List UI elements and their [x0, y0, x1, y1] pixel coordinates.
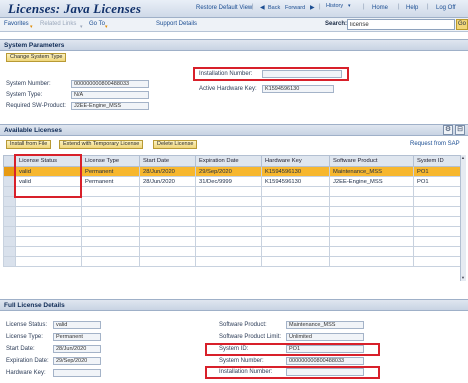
available-licenses-header: Available Licenses: [0, 124, 468, 136]
hardware-key-label: Hardware Key:: [6, 370, 46, 376]
expiration-date-field: 29/Sep/2020: [53, 357, 101, 365]
software-product-limit-field: Unlimited: [286, 333, 364, 341]
license-status-field: valid: [53, 321, 101, 329]
table-row-empty: [3, 206, 462, 217]
app-header: Licenses: Java Licenses Restore Default …: [0, 0, 468, 18]
installation-number-detail-label: Installation Number:: [219, 369, 273, 375]
history-link[interactable]: History: [326, 3, 343, 9]
system-type-field: N/A: [71, 91, 149, 99]
header-separator: |: [319, 4, 321, 10]
license-type-field: Permanent: [53, 333, 101, 341]
column-header-license-type[interactable]: License Type: [81, 155, 140, 167]
table-cell[interactable]: K1594596130: [261, 176, 330, 187]
scroll-down-icon[interactable]: ▼: [460, 275, 466, 281]
software-product-field: Maintenance_MSS: [286, 321, 364, 329]
extend-temporary-license-button[interactable]: Extend with Temporary License: [59, 140, 144, 149]
header-separator: |: [252, 4, 254, 10]
log-off-link[interactable]: Log Off: [436, 5, 456, 11]
column-header-hardware-key[interactable]: Hardware Key: [261, 155, 330, 167]
table-cell[interactable]: Permanent: [81, 166, 140, 177]
software-product-label: Software Product:: [219, 322, 267, 328]
settings-icon[interactable]: ⚙: [443, 125, 453, 135]
header-separator: |: [363, 4, 365, 10]
dropdown-icon: ▾: [105, 24, 108, 30]
table-cell[interactable]: 29/Sep/2020: [195, 166, 262, 177]
license-type-label: License Type:: [6, 334, 43, 340]
table-row-empty: [3, 216, 462, 227]
system-number-field: 000000000800488033: [71, 80, 149, 88]
back-link[interactable]: Back: [268, 5, 280, 11]
search-label: Search:: [325, 21, 348, 27]
search-input[interactable]: [347, 19, 455, 30]
system-number-detail-field: 000000000800488033: [286, 357, 364, 365]
start-date-label: Start Date:: [6, 346, 35, 352]
table-cell[interactable]: J2EE-Engine_MSS: [329, 176, 414, 187]
delete-license-button[interactable]: Delete License: [153, 140, 198, 149]
related-links-menu[interactable]: Related Links: [40, 21, 76, 27]
active-hardware-key-field: K1594596130: [262, 85, 334, 93]
help-link[interactable]: Help: [406, 5, 418, 11]
table-scrollbar[interactable]: [460, 155, 466, 281]
system-id-field: PO1: [286, 345, 364, 353]
go-button[interactable]: Go: [456, 19, 468, 30]
installation-number-field: [262, 70, 342, 78]
back-arrow-icon[interactable]: ◀: [260, 4, 265, 11]
table-cell[interactable]: 31/Dec/9999: [195, 176, 262, 187]
license-status-label: License Status:: [6, 322, 48, 328]
column-header-system-id[interactable]: System ID: [413, 155, 462, 167]
header-separator: |: [427, 4, 429, 10]
system-number-detail-label: System Number:: [219, 358, 264, 364]
hardware-key-field: [53, 369, 101, 377]
table-cell[interactable]: 28/Jun/2020: [139, 166, 196, 177]
home-link[interactable]: Home: [372, 5, 388, 11]
table-row-empty: [3, 196, 462, 207]
system-type-label: System Type:: [6, 92, 43, 98]
header-separator: |: [398, 4, 400, 10]
forward-link[interactable]: Forward: [285, 5, 305, 11]
restore-default-view-link[interactable]: Restore Default View: [196, 5, 252, 11]
table-row-empty: [3, 256, 462, 267]
history-dropdown-icon[interactable]: ▾: [348, 3, 351, 9]
install-from-file-button[interactable]: Install from File: [6, 140, 52, 149]
system-number-label: System Number:: [6, 81, 51, 87]
active-hardware-key-label: Active Hardware Key:: [199, 86, 257, 92]
installation-number-detail-field: [286, 368, 364, 376]
table-cell[interactable]: K1594596130: [261, 166, 330, 177]
dropdown-icon: ▾: [80, 24, 83, 30]
column-header-software-product[interactable]: Software Product: [329, 155, 414, 167]
toolbar: Favorites ▾ Related Links ▾ Go To ▾ Supp…: [0, 18, 468, 32]
favorites-menu[interactable]: Favorites: [4, 21, 29, 27]
license-status-highlight: [14, 154, 82, 198]
dropdown-icon: ▾: [30, 24, 33, 30]
software-product-limit-label: Software Product Limit:: [219, 334, 282, 340]
table-cell[interactable]: 28/Jun/2020: [139, 176, 196, 187]
required-sw-product-label: Required SW-Product:: [6, 103, 66, 109]
scroll-up-icon[interactable]: ▲: [460, 155, 466, 161]
go-to-menu[interactable]: Go To: [89, 21, 105, 27]
table-cell[interactable]: Permanent: [81, 176, 140, 187]
table-cell[interactable]: PO1: [413, 176, 462, 187]
column-header-start-date[interactable]: Start Date: [139, 155, 196, 167]
required-sw-product-field: J2EE-Engine_MSS: [71, 102, 149, 110]
start-date-field: 28/Jun/2020: [53, 345, 101, 353]
request-from-sap-link[interactable]: Request from SAP: [410, 141, 460, 147]
page-title: Licenses: Java Licenses: [8, 1, 142, 16]
table-cell[interactable]: Maintenance_MSS: [329, 166, 414, 177]
full-license-details-header: Full License Details: [0, 299, 468, 311]
expand-icon[interactable]: ⊟: [455, 125, 465, 135]
column-header-expiration-date[interactable]: Expiration Date: [195, 155, 262, 167]
change-system-type-button[interactable]: Change System Type: [6, 53, 67, 62]
system-parameters-header: System Parameters: [0, 39, 468, 51]
installation-number-label: Installation Number:: [199, 71, 253, 77]
support-details-link[interactable]: Support Details: [156, 21, 197, 27]
table-row-empty: [3, 246, 462, 257]
expiration-date-label: Expiration Date:: [6, 358, 49, 364]
table-row-empty: [3, 236, 462, 247]
system-id-label: System ID:: [219, 346, 249, 352]
table-row-empty: [3, 226, 462, 237]
table-cell[interactable]: PO1: [413, 166, 462, 177]
forward-arrow-icon[interactable]: ▶: [310, 4, 315, 11]
